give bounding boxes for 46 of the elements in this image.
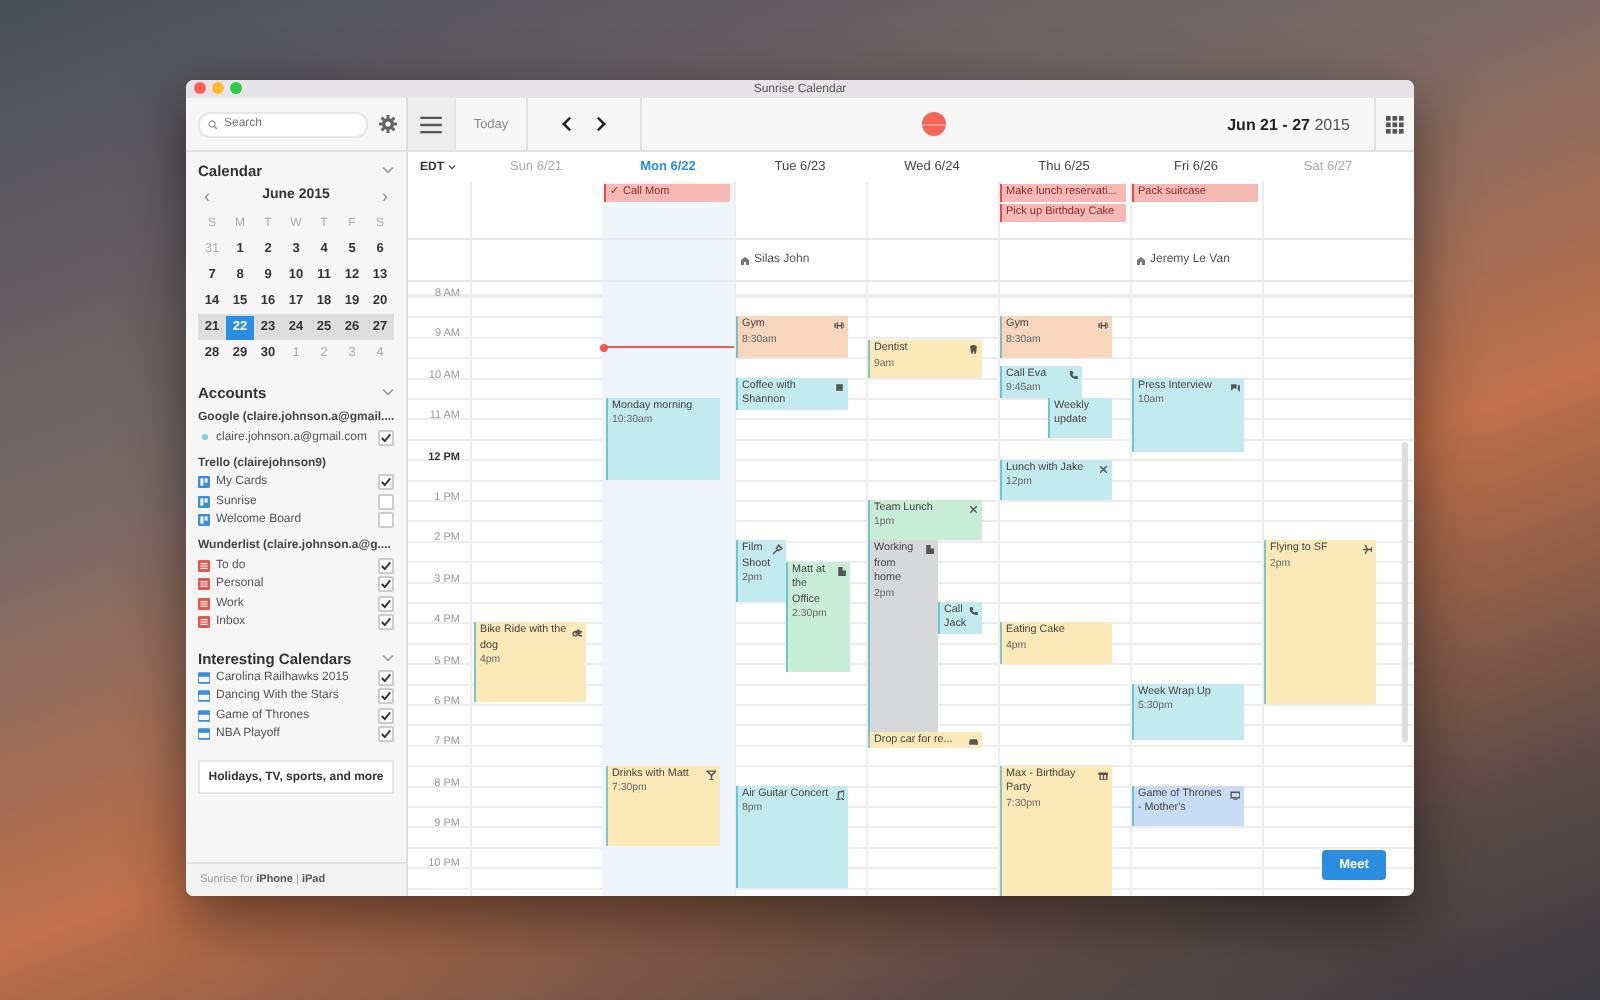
dumbbell-icon bbox=[1097, 320, 1108, 332]
checkbox[interactable] bbox=[378, 726, 394, 743]
search-icon bbox=[208, 119, 218, 129]
checkbox[interactable] bbox=[378, 669, 394, 686]
chat-bubble-icon bbox=[1229, 381, 1240, 393]
building-icon bbox=[1136, 255, 1146, 265]
date-range: Jun 21 - 27 2015 bbox=[1227, 115, 1350, 133]
settings-icon[interactable] bbox=[378, 114, 398, 134]
music-note-icon bbox=[833, 789, 844, 801]
chevron-down-icon[interactable] bbox=[382, 388, 394, 396]
scrollbar[interactable] bbox=[1402, 442, 1408, 742]
sun-logo-icon bbox=[922, 112, 947, 136]
grid-icon bbox=[1386, 115, 1404, 133]
tooth-icon bbox=[967, 344, 978, 356]
tv-icon bbox=[1229, 789, 1240, 801]
phone-icon bbox=[1067, 369, 1078, 381]
menu-button[interactable] bbox=[408, 98, 456, 150]
checkbox[interactable] bbox=[378, 614, 394, 631]
previous-week-icon[interactable] bbox=[562, 116, 572, 132]
next-week-icon[interactable] bbox=[596, 116, 606, 132]
building-icon bbox=[740, 255, 750, 265]
pushpin-icon bbox=[772, 544, 784, 556]
checkbox[interactable] bbox=[378, 688, 394, 705]
current-time-line bbox=[602, 346, 734, 349]
checkbox[interactable] bbox=[378, 595, 394, 612]
building-icon bbox=[835, 565, 846, 577]
cocktail-glass-icon bbox=[705, 769, 716, 781]
dumbbell-icon bbox=[833, 320, 844, 332]
checkbox[interactable] bbox=[378, 493, 394, 510]
square-icon bbox=[833, 381, 844, 393]
airplane-icon bbox=[1361, 544, 1372, 556]
checkbox[interactable] bbox=[378, 474, 394, 491]
building-icon bbox=[923, 544, 934, 556]
menu-icon bbox=[420, 115, 442, 133]
phone-icon bbox=[968, 605, 980, 617]
chevron-down-icon[interactable] bbox=[382, 654, 394, 662]
car-icon bbox=[967, 736, 978, 748]
chevron-down-icon bbox=[448, 164, 456, 170]
checkbox[interactable] bbox=[378, 576, 394, 593]
chevron-down-icon[interactable] bbox=[382, 166, 394, 174]
checkbox[interactable] bbox=[378, 707, 394, 724]
utensils-icon bbox=[967, 503, 978, 515]
checkbox[interactable] bbox=[378, 557, 394, 574]
utensils-icon bbox=[1097, 463, 1108, 475]
checkbox[interactable] bbox=[378, 512, 394, 529]
checkbox[interactable] bbox=[378, 429, 394, 446]
